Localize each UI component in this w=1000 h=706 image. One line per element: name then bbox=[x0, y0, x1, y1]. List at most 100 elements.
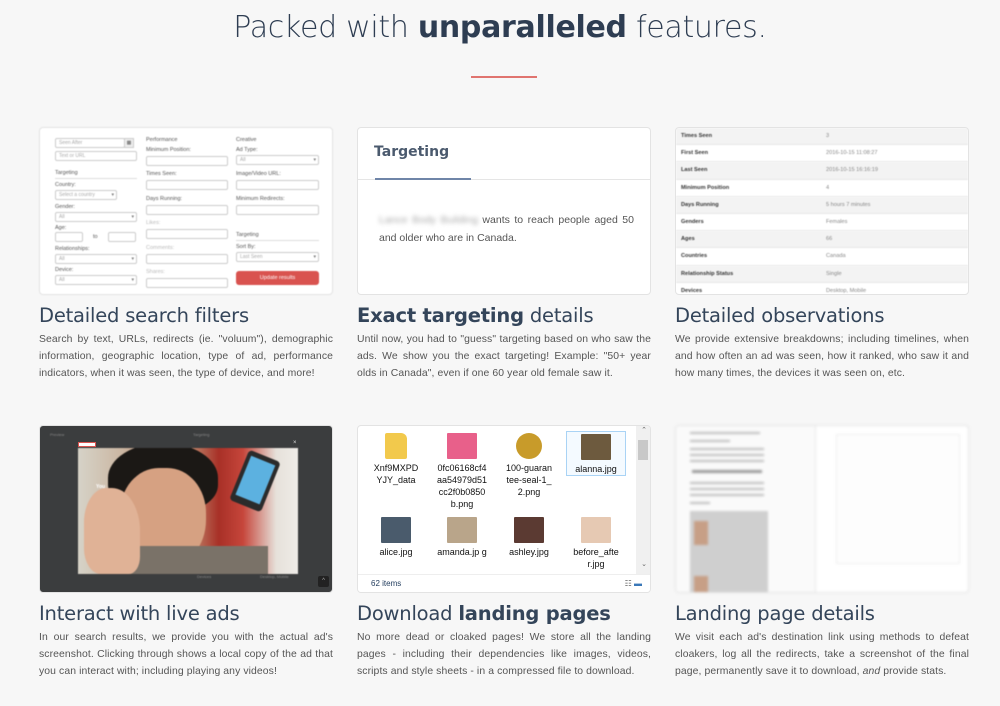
times-seen-input[interactable] bbox=[146, 180, 228, 190]
sort-by-select[interactable]: Last Seen bbox=[236, 252, 319, 262]
days-running-input[interactable] bbox=[146, 205, 228, 215]
gender-label: Gender: bbox=[55, 204, 75, 210]
min-position-input[interactable] bbox=[146, 156, 228, 166]
scroll-up-icon[interactable]: ⌃ bbox=[641, 426, 647, 434]
file-item[interactable]: 0fc06168cf4 aa54979d51 cc2f0b0850 b.png bbox=[432, 431, 492, 510]
file-explorer-screenshot: Xnf9MXPD YJY_data 0fc06168cf4 aa54979d51 … bbox=[357, 425, 651, 593]
observation-key: Minimum Position bbox=[681, 184, 730, 191]
folder-item[interactable]: Xnf9MXPD YJY_data bbox=[366, 431, 426, 486]
video-person-hand bbox=[84, 488, 140, 574]
video-caption: You bbox=[96, 484, 106, 490]
observation-key: Devices bbox=[681, 287, 703, 294]
age-max-input[interactable] bbox=[108, 232, 136, 242]
image-url-input[interactable] bbox=[236, 180, 319, 190]
targeting-heading: Targeting bbox=[55, 170, 78, 176]
text-url-input[interactable]: Text or URL bbox=[55, 151, 137, 161]
description-part: provide stats. bbox=[880, 666, 947, 677]
image-thumbnail-icon bbox=[447, 517, 477, 543]
file-name: alice.jpg bbox=[379, 547, 413, 557]
scroll-top-button[interactable]: ^ bbox=[318, 576, 329, 587]
feature-title-bold: landing pages bbox=[458, 602, 611, 625]
age-label: Age: bbox=[55, 225, 67, 231]
times-seen-label: Times Seen: bbox=[146, 171, 177, 177]
update-results-button[interactable]: Update results bbox=[236, 271, 319, 285]
gender-select[interactable]: All bbox=[55, 212, 137, 222]
observation-value: Females bbox=[826, 219, 848, 226]
observation-key: Countries bbox=[681, 253, 708, 260]
file-item[interactable]: 100-guaran tee-seal-1_ 2.png bbox=[499, 431, 559, 498]
file-name: amanda.jp g bbox=[437, 547, 487, 557]
scroll-down-icon[interactable]: ⌄ bbox=[641, 560, 647, 568]
relationship-label: Relationships: bbox=[55, 246, 90, 252]
comments-input[interactable] bbox=[146, 254, 228, 264]
creative-heading: Creative bbox=[236, 137, 257, 143]
feature-title-plain: Download bbox=[357, 602, 459, 625]
observation-row: Devices Desktop, Mobile bbox=[676, 283, 968, 294]
ad-video-player[interactable]: You bbox=[78, 448, 298, 574]
feature-title: Detailed observations bbox=[675, 304, 885, 327]
observation-value: Canada bbox=[826, 253, 846, 260]
country-select[interactable]: Select a country bbox=[55, 190, 117, 200]
feature-title: Download landing pages bbox=[357, 602, 651, 625]
observation-value: 4 bbox=[826, 184, 830, 191]
file-item[interactable]: alanna.jpg bbox=[566, 431, 626, 476]
video-person-clothing bbox=[128, 546, 268, 574]
close-icon[interactable]: × bbox=[293, 440, 297, 446]
performance-heading: Performance bbox=[146, 137, 178, 143]
shares-input[interactable] bbox=[146, 278, 228, 288]
feature-description: Search by text, URLs, redirects (ie. "vo… bbox=[39, 334, 333, 379]
min-redirects-input[interactable] bbox=[236, 205, 319, 215]
observation-value: 5 hours 7 minutes bbox=[826, 201, 871, 208]
observation-key: Times Seen bbox=[681, 133, 712, 140]
feature-description: Until now, you had to "guess" targeting … bbox=[357, 334, 651, 379]
observation-value: Single bbox=[826, 270, 842, 277]
observation-value: 2016-10-15 11:08:27 bbox=[826, 150, 878, 157]
file-item[interactable]: ashley.jpg bbox=[499, 515, 559, 558]
file-item[interactable]: alice.jpg bbox=[366, 515, 426, 558]
image-thumbnail-icon bbox=[381, 517, 411, 543]
scrollbar[interactable]: ⌃ ⌄ bbox=[636, 426, 650, 576]
search-filters-screenshot: Seen After ▦ Text or URL Targeting Count… bbox=[39, 127, 333, 295]
observation-key: Last Seen bbox=[681, 167, 708, 174]
sort-heading: Targeting bbox=[236, 232, 259, 238]
ad-type-select[interactable]: All bbox=[236, 155, 319, 165]
targeting-rule bbox=[55, 178, 137, 179]
age-to-label: to bbox=[93, 234, 98, 240]
file-name: ashley.jpg bbox=[509, 547, 549, 557]
ad-type-label: Ad Type: bbox=[236, 147, 258, 153]
feature-title: Interact with live ads bbox=[39, 602, 240, 625]
targeting-screenshot: Targeting Lance Body Building wants to r… bbox=[357, 127, 651, 295]
seen-after-input[interactable]: Seen After bbox=[55, 138, 125, 148]
live-ad-screenshot: Preview Targeting Devices Desktop, Mobil… bbox=[39, 425, 333, 593]
file-item[interactable]: before_afte r.jpg bbox=[566, 515, 626, 570]
heading-bold: unparalleled bbox=[417, 10, 627, 45]
ad-badge bbox=[78, 442, 96, 447]
section-heading: Packed with unparalleled features. bbox=[0, 10, 1000, 45]
relationship-select[interactable]: All bbox=[55, 254, 137, 264]
targeting-tab-heading: Targeting bbox=[374, 144, 450, 160]
calendar-icon[interactable]: ▦ bbox=[124, 138, 134, 148]
view-toggle: ☷ ▬ bbox=[625, 579, 642, 588]
observations-table: Times Seen 3 First Seen 2016-10-15 11:08:27… bbox=[676, 128, 968, 294]
details-view-icon[interactable]: ☷ bbox=[625, 579, 632, 588]
likes-input[interactable] bbox=[146, 229, 228, 239]
file-item[interactable]: amanda.jp g bbox=[432, 515, 492, 558]
targeting-tab-underline bbox=[375, 178, 471, 180]
file-name: before_afte r.jpg bbox=[573, 547, 619, 569]
feature-description: No more dead or cloaked pages! We store … bbox=[357, 632, 651, 677]
large-icons-view-icon[interactable]: ▬ bbox=[634, 579, 642, 588]
observation-key: First Seen bbox=[681, 150, 709, 157]
targeting-label: Targeting bbox=[193, 432, 210, 437]
feature-description: We provide extensive breakdowns; includi… bbox=[675, 334, 969, 379]
scrollbar-thumb[interactable] bbox=[638, 440, 648, 460]
observation-row: Minimum Position 4 bbox=[676, 180, 968, 197]
age-min-input[interactable] bbox=[55, 232, 83, 242]
device-select[interactable]: All bbox=[55, 275, 137, 285]
landing-page-screenshot bbox=[675, 425, 969, 593]
folder-icon bbox=[385, 433, 407, 459]
image-thumbnail-icon bbox=[514, 517, 544, 543]
likes-label: Likes: bbox=[146, 220, 161, 226]
observations-screenshot: Times Seen 3 First Seen 2016-10-15 11:08:27… bbox=[675, 127, 969, 295]
heading-divider bbox=[471, 76, 537, 78]
feature-title-text: Detailed search filters bbox=[39, 304, 249, 327]
